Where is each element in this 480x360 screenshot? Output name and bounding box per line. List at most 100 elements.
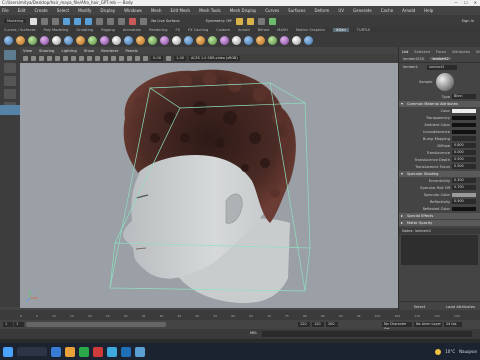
bookmark-icon[interactable] — [39, 56, 44, 61]
menu-display[interactable]: Display — [100, 8, 115, 13]
shelf-tab-animation[interactable]: Animation — [123, 28, 141, 32]
exposure-field[interactable]: 0.00 — [151, 56, 164, 61]
mode-dropdown[interactable]: Modeling — [4, 19, 27, 23]
menu-file[interactable]: File — [2, 8, 9, 13]
menu-surfaces[interactable]: Surfaces — [288, 8, 305, 13]
shelf-hair-icon[interactable] — [76, 35, 85, 45]
attr-value-field[interactable]: 0.500 — [452, 157, 476, 162]
type-dropdown[interactable]: Blinn — [452, 94, 476, 99]
ao-icon[interactable] — [119, 56, 124, 61]
shelf-tab-arnold[interactable]: Arnold — [238, 28, 250, 32]
menu-generate[interactable]: Generate — [353, 8, 372, 13]
shelf-tab-xgen[interactable]: XGen — [333, 28, 349, 32]
shelf-modifier-icon[interactable] — [40, 35, 49, 45]
shelf-tab-curves-surfaces[interactable]: Curves / Surfaces — [4, 28, 36, 32]
common-attrs-section[interactable]: Common Material Attributes — [399, 101, 480, 107]
menu-cache[interactable]: Cache — [381, 8, 393, 13]
shelf-width-icon[interactable] — [136, 35, 145, 45]
attr-value-field[interactable]: 0.300 — [452, 178, 476, 183]
menu-deform[interactable]: Deform — [314, 8, 329, 13]
viewport-menu-panels[interactable]: Panels — [125, 48, 137, 53]
snap-grid-icon[interactable] — [96, 17, 104, 25]
menu-help[interactable]: Help — [424, 8, 433, 13]
shelf-tab-poly-modeling[interactable]: Poly Modeling — [44, 28, 69, 32]
make-live-icon[interactable] — [140, 17, 148, 25]
select-button[interactable]: Select — [399, 302, 440, 310]
specular-section[interactable]: Specular Shading — [399, 171, 480, 177]
menu-mesh[interactable]: Mesh — [151, 8, 162, 13]
shelf-guides-icon[interactable] — [28, 35, 37, 45]
attr-empty-field[interactable] — [452, 136, 476, 141]
menu-edit-mesh[interactable]: Edit Mesh — [171, 8, 191, 13]
command-input[interactable] — [262, 331, 472, 337]
shelf-sim-icon[interactable] — [256, 35, 265, 45]
shelf-cut-icon[interactable] — [112, 35, 121, 45]
shelf-tab-motion-graphics[interactable]: Motion Graphics — [296, 28, 325, 32]
shelf-export-icon[interactable] — [160, 35, 169, 45]
viewport-menu-lighting[interactable]: Lighting — [61, 48, 76, 53]
shelf-checker-icon[interactable] — [232, 35, 241, 45]
hypershade-icon[interactable] — [268, 17, 276, 25]
taskbar-app-icon[interactable] — [79, 346, 89, 357]
fps-dropdown[interactable]: 24 fps — [444, 322, 462, 327]
attr-value-field[interactable]: 0.700 — [452, 185, 476, 190]
paint-select-icon[interactable] — [4, 76, 16, 86]
smooth-shade-icon[interactable] — [87, 56, 92, 61]
shelf-camera-icon[interactable] — [196, 35, 205, 45]
taskbar-app-icon[interactable] — [121, 346, 131, 357]
shelf-noise-icon[interactable] — [100, 35, 109, 45]
new-scene-icon[interactable] — [30, 17, 38, 25]
wireframe-icon[interactable] — [79, 56, 84, 61]
xray-icon[interactable] — [143, 56, 148, 61]
matte-opacity-section[interactable]: Matte Opacity — [399, 220, 480, 226]
shelf-tab-rigging[interactable]: Rigging — [101, 28, 115, 32]
shadows-icon[interactable] — [111, 56, 116, 61]
resolution-gate-icon[interactable] — [71, 56, 76, 61]
shelf-render-icon[interactable] — [172, 35, 181, 45]
lights-icon[interactable] — [103, 56, 108, 61]
shelf-interactive-groom-icon[interactable] — [64, 35, 73, 45]
gamma-icon[interactable] — [166, 56, 172, 61]
shelf-extra-icon[interactable] — [304, 35, 313, 45]
special-effects-section[interactable]: Special Effects — [399, 213, 480, 219]
sign-in-button[interactable]: Sign In — [462, 19, 474, 23]
character-set-dropdown[interactable]: No Character Set — [382, 322, 412, 331]
viewport-menu-view[interactable]: View — [23, 48, 32, 53]
shelf-fields-icon[interactable] — [292, 35, 301, 45]
menu-edit[interactable]: Edit — [18, 8, 26, 13]
ae-menu-focus[interactable]: Focus — [436, 50, 446, 55]
menu-windows[interactable]: Windows — [124, 8, 142, 13]
viewport-3d[interactable]: z — [20, 63, 398, 308]
shelf-clump-icon[interactable] — [88, 35, 97, 45]
color-swatch[interactable] — [452, 115, 476, 120]
load-attributes-button[interactable]: Load Attributes — [440, 302, 480, 310]
shelf-cache-icon[interactable] — [244, 35, 253, 45]
shelf-dynamic-icon[interactable] — [268, 35, 277, 45]
node-tab-material[interactable]: lambert2 — [430, 57, 451, 61]
time-slider[interactable]: 0 5 10 15 20 25 30 35 40 45 50 55 60 65 70 75 80 85 90 95 10… — [0, 310, 480, 320]
shelf-density-icon[interactable] — [124, 35, 133, 45]
move-tool-icon[interactable] — [4, 89, 16, 99]
menu-curves[interactable]: Curves — [265, 8, 279, 13]
open-scene-icon[interactable] — [41, 17, 49, 25]
attr-value-field[interactable]: 0.800 — [452, 143, 476, 148]
textured-icon[interactable] — [95, 56, 100, 61]
shelf-tab-sculpting[interactable]: Sculpting — [76, 28, 93, 32]
max-time-field[interactable]: 200 — [326, 322, 338, 327]
end-time-field[interactable]: 120 — [312, 322, 324, 327]
save-scene-icon[interactable] — [52, 17, 60, 25]
taskbar-app-icon[interactable] — [65, 346, 75, 357]
symmetry-dropdown[interactable]: Symmetry: Off — [206, 19, 232, 23]
shelf-description-icon[interactable] — [16, 35, 25, 45]
select-tool-icon[interactable] — [4, 50, 16, 60]
menu-mesh-tools[interactable]: Mesh Tools — [199, 8, 221, 13]
range-slider[interactable] — [26, 322, 166, 327]
windows-start-icon[interactable] — [3, 346, 13, 357]
outliner-selected-row[interactable] — [0, 105, 20, 115]
taskbar-app-icon[interactable] — [93, 346, 103, 357]
film-gate-icon[interactable] — [63, 56, 68, 61]
camera-icon[interactable] — [23, 56, 28, 61]
shelf-texture-icon[interactable] — [220, 35, 229, 45]
taskbar-app-icon[interactable] — [51, 346, 61, 357]
mel-label[interactable]: MEL — [250, 331, 257, 335]
